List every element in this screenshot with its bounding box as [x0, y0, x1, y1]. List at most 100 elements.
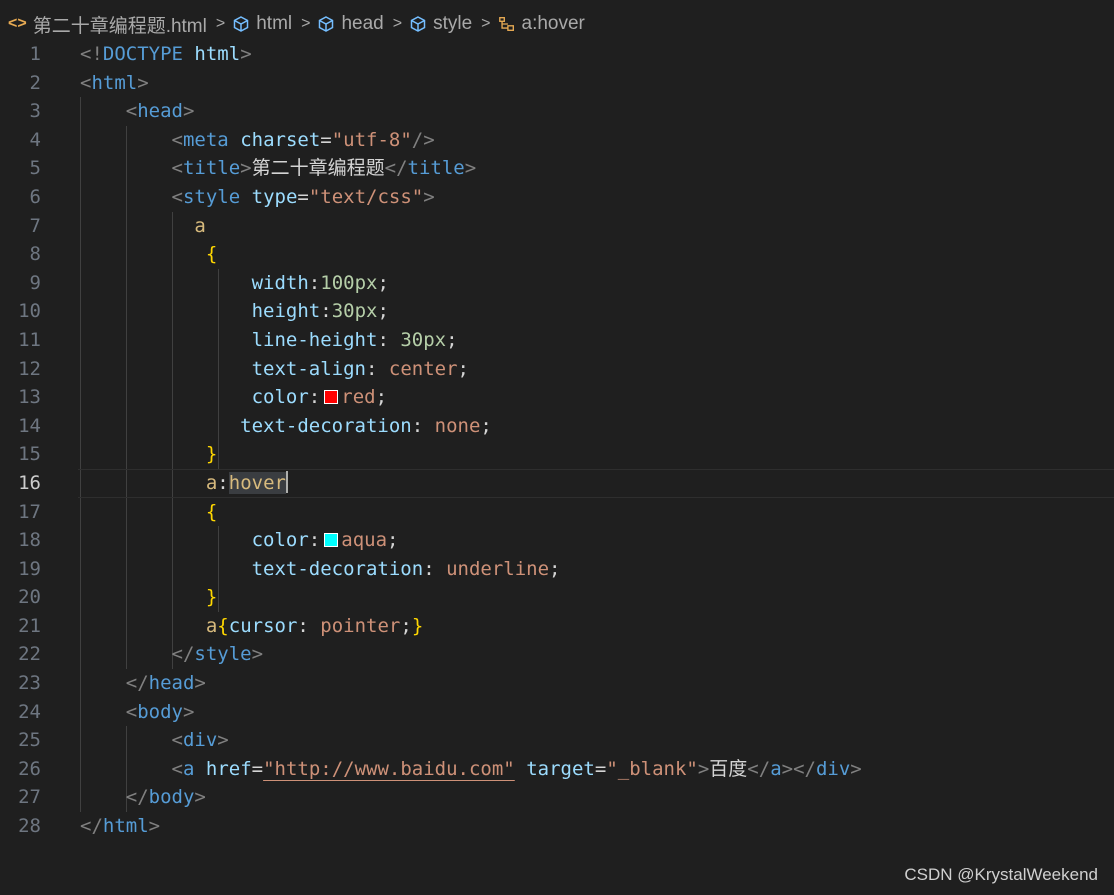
code-line[interactable]: 21 a{cursor: pointer;}: [0, 612, 1114, 641]
code-line[interactable]: 6 <style type="text/css">: [0, 183, 1114, 212]
code-text[interactable]: <a href="http://www.baidu.com" target="_…: [80, 755, 862, 784]
code-text[interactable]: </body>: [80, 783, 206, 812]
code-text[interactable]: </style>: [80, 640, 264, 669]
code-text[interactable]: <title>第二十章编程题</title>: [80, 154, 477, 183]
code-token: charset: [240, 128, 321, 151]
breadcrumb-file[interactable]: <> 第二十章编程题.html: [8, 11, 207, 38]
code-token: color: [251, 386, 309, 409]
code-text[interactable]: text-align: center;: [80, 355, 469, 384]
code-line[interactable]: 9 width:100px;: [0, 269, 1114, 298]
code-token: >: [240, 157, 252, 180]
code-token: :: [217, 471, 229, 494]
color-swatch[interactable]: [324, 390, 339, 405]
code-text[interactable]: a: [80, 212, 205, 241]
line-number: 9: [29, 271, 41, 294]
code-editor[interactable]: 1 <!DOCTYPE html> 2 <html> 3 <head> 4 <meta c…: [0, 40, 1114, 841]
code-token: text-decoration: [251, 557, 424, 580]
breadcrumb-item-style[interactable]: style: [409, 13, 472, 35]
code-text[interactable]: <div>: [80, 726, 229, 755]
line-number: 23: [18, 672, 41, 695]
code-line[interactable]: 14 text-decoration: none;: [0, 412, 1114, 441]
code-text[interactable]: text-decoration: underline;: [80, 555, 561, 584]
code-line[interactable]: 22 </style>: [0, 640, 1114, 669]
code-line[interactable]: 11 line-height: 30px;: [0, 326, 1114, 355]
code-line[interactable]: 26 <a href="http://www.baidu.com" target…: [0, 755, 1114, 784]
code-token: >: [182, 700, 195, 723]
line-number: 8: [29, 243, 41, 266]
line-number: 26: [18, 757, 41, 780]
code-token: "utf-8": [331, 128, 412, 151]
code-token: :: [320, 300, 332, 323]
code-line[interactable]: 10 height:30px;: [0, 297, 1114, 326]
code-token: >: [240, 43, 252, 65]
code-text[interactable]: <body>: [80, 698, 195, 727]
code-line[interactable]: 4 <meta charset="utf-8"/>: [0, 126, 1114, 155]
code-token: title: [182, 157, 241, 180]
code-text[interactable]: a{cursor: pointer;}: [80, 612, 423, 641]
code-text[interactable]: }: [80, 583, 217, 612]
code-line[interactable]: 15 }: [0, 440, 1114, 469]
code-text[interactable]: <head>: [80, 97, 195, 126]
code-text[interactable]: color: red;: [80, 383, 387, 412]
code-token: {: [205, 500, 218, 523]
code-text[interactable]: }: [80, 440, 217, 469]
code-token: "text/css": [308, 185, 424, 208]
code-text[interactable]: <html>: [80, 69, 149, 98]
code-text[interactable]: width:100px;: [80, 269, 389, 298]
code-text[interactable]: <meta charset="utf-8"/>: [80, 126, 435, 155]
code-line[interactable]: 7 a: [0, 212, 1114, 241]
line-number: 5: [29, 157, 41, 180]
code-token: >: [137, 71, 149, 94]
code-line[interactable]: 3 <head>: [0, 97, 1114, 126]
code-line[interactable]: 20 }: [0, 583, 1114, 612]
code-text[interactable]: height:30px;: [80, 297, 389, 326]
code-text[interactable]: <!DOCTYPE html>: [80, 40, 252, 69]
code-line[interactable]: 28 </html>: [0, 812, 1114, 841]
code-text[interactable]: line-height: 30px;: [80, 326, 458, 355]
line-number: 17: [18, 500, 41, 523]
code-token: html: [194, 43, 241, 65]
code-token: ;: [375, 386, 388, 409]
code-text[interactable]: <style type="text/css">: [80, 183, 435, 212]
code-line[interactable]: 19 text-decoration: underline;: [0, 555, 1114, 584]
line-number: 14: [18, 414, 41, 437]
code-line[interactable]: 1 <!DOCTYPE html>: [0, 40, 1114, 69]
code-token: ></: [781, 757, 816, 780]
breadcrumb-item-a-hover[interactable]: a:hover: [498, 13, 585, 35]
code-line[interactable]: 12 text-align: center;: [0, 355, 1114, 384]
code-line[interactable]: 23 </head>: [0, 669, 1114, 698]
code-line[interactable]: 24 <body>: [0, 698, 1114, 727]
code-line[interactable]: 25 <div>: [0, 726, 1114, 755]
color-swatch[interactable]: [324, 533, 339, 548]
code-line[interactable]: 2 <html>: [0, 69, 1114, 98]
code-line[interactable]: 18 color: aqua;: [0, 526, 1114, 555]
code-text[interactable]: {: [80, 498, 217, 527]
breadcrumb-item-html[interactable]: html: [232, 13, 292, 35]
code-line[interactable]: 27 </body>: [0, 783, 1114, 812]
code-token: ;: [457, 357, 469, 380]
code-line[interactable]: 17 {: [0, 498, 1114, 527]
code-line[interactable]: 13 color: red;: [0, 383, 1114, 412]
code-text[interactable]: {: [80, 240, 217, 269]
code-token: :: [365, 357, 389, 380]
code-line[interactable]: 8 {: [0, 240, 1114, 269]
code-text[interactable]: color: aqua;: [80, 526, 399, 555]
code-text[interactable]: text-decoration: none;: [80, 412, 492, 441]
code-token: width: [251, 271, 309, 294]
code-token: center: [388, 357, 458, 380]
code-text[interactable]: a:hover: [80, 469, 288, 498]
breadcrumb-item-head[interactable]: head: [317, 13, 384, 35]
code-text[interactable]: </head>: [80, 669, 206, 698]
code-token: >: [251, 643, 264, 666]
code-token: />: [411, 128, 435, 151]
code-text[interactable]: </html>: [80, 812, 160, 841]
code-line[interactable]: 16 a:hover: [0, 468, 1114, 498]
code-line[interactable]: 5 <title>第二十章编程题</title>: [0, 154, 1114, 183]
code-token: none: [434, 414, 481, 437]
